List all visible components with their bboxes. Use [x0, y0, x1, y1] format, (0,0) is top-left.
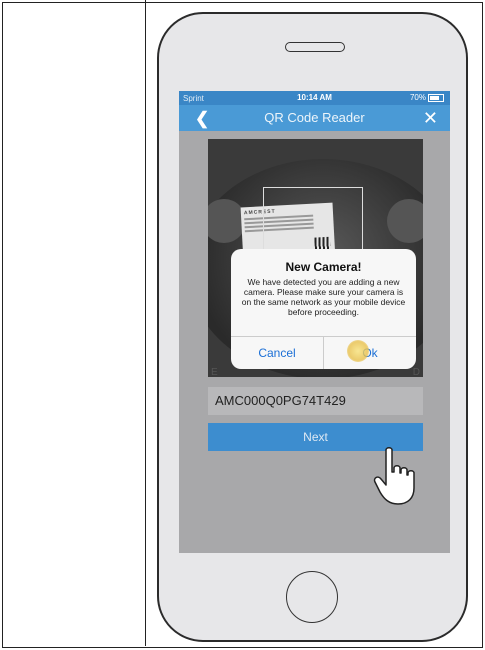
new-camera-alert: New Camera! We have detected you are add…	[231, 249, 416, 369]
phone-speaker	[285, 42, 345, 52]
alert-message: We have detected you are adding a new ca…	[241, 277, 406, 317]
serial-label-left: E	[211, 367, 218, 378]
page-title: QR Code Reader	[264, 110, 365, 125]
column-divider	[145, 0, 146, 646]
phone-illustration: Sprint 10:14 AM 70% ❮ QR Code Reader ✕ A…	[157, 12, 468, 642]
pointing-hand-icon	[373, 447, 415, 505]
battery-icon	[428, 93, 444, 102]
phone-screen: Sprint 10:14 AM 70% ❮ QR Code Reader ✕ A…	[179, 91, 450, 553]
close-icon[interactable]: ✕	[423, 108, 438, 129]
alert-title: New Camera!	[285, 260, 362, 274]
home-button	[286, 571, 338, 623]
tap-highlight	[347, 340, 369, 362]
nav-bar: ❮ QR Code Reader ✕	[179, 105, 450, 131]
camera-knob-right	[387, 199, 423, 243]
serial-label-row: E D	[179, 367, 450, 383]
cancel-button[interactable]: Cancel	[231, 337, 323, 369]
status-bar: Sprint 10:14 AM 70%	[179, 91, 450, 105]
serial-number-field[interactable]: AMC000Q0PG74T429	[208, 387, 423, 415]
ok-button[interactable]: Ok	[323, 337, 416, 369]
battery-indicator: 70%	[410, 93, 444, 102]
alert-buttons: Cancel Ok	[231, 336, 416, 369]
